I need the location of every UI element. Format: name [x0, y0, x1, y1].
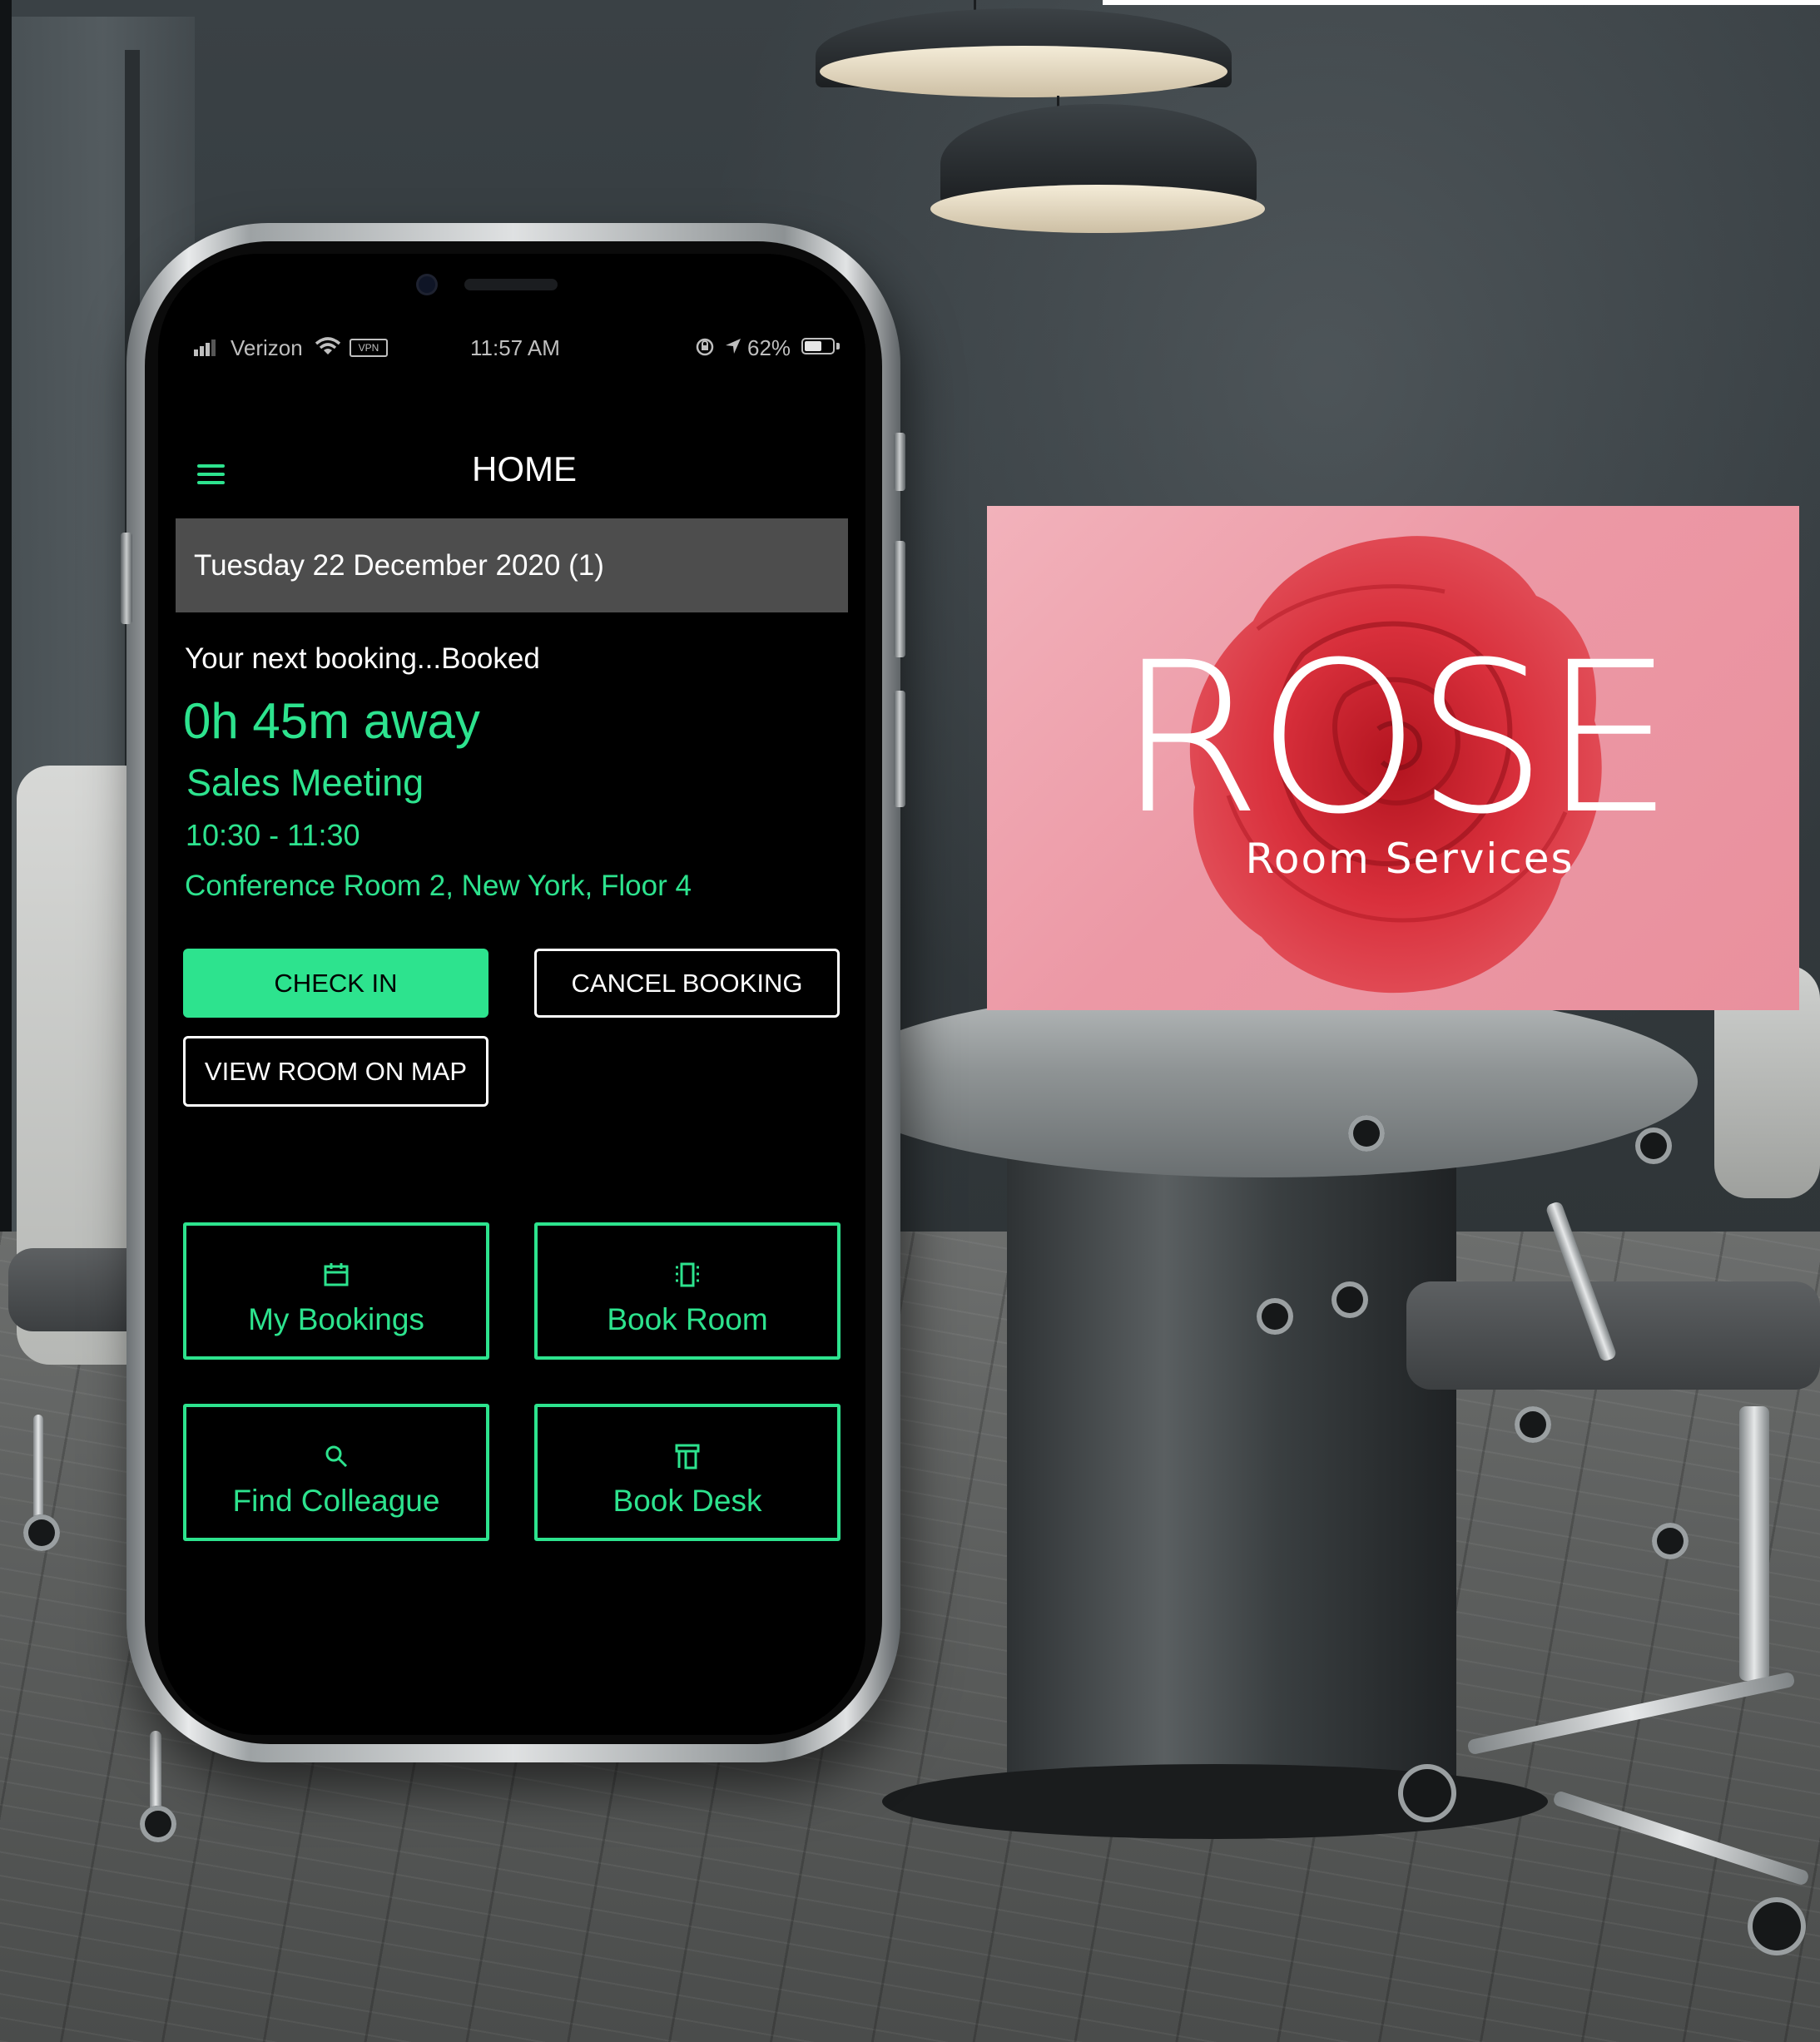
chair-wheel	[1635, 1128, 1672, 1164]
booking-time-range: 10:30 - 11:30	[186, 818, 360, 852]
chair-chrome	[150, 1731, 161, 1814]
check-in-button[interactable]: CHECK IN	[183, 949, 488, 1018]
chair-wheel	[1515, 1406, 1551, 1443]
find-colleague-tile[interactable]: Find Colleague	[183, 1404, 489, 1541]
vpn-icon: VPN	[350, 339, 388, 357]
chair-wheel	[1257, 1298, 1293, 1335]
chair-wheel	[1398, 1764, 1456, 1822]
book-desk-tile[interactable]: Book Desk	[534, 1404, 841, 1541]
tile-label: Find Colleague	[232, 1484, 440, 1518]
rose-brand-card: ROSE Room Services	[987, 506, 1799, 1010]
phone-side-button	[894, 691, 905, 807]
pendant-lamp-rim	[930, 185, 1265, 233]
booking-countdown: 0h 45m away	[183, 693, 480, 749]
carrier-label: Verizon	[231, 335, 303, 360]
brand-title: ROSE	[1117, 617, 1674, 860]
tile-label: Book Desk	[612, 1484, 762, 1518]
calendar-icon	[324, 1263, 349, 1286]
marketing-scene: ROSE Room Services Verizon VPN 11:57 AM …	[0, 0, 1820, 2042]
pendant-lamp-rim	[820, 46, 1227, 97]
phone-camera	[419, 276, 435, 293]
battery-percent: 62%	[747, 335, 791, 360]
chair-post	[1739, 1406, 1769, 1681]
table-pedestal	[1007, 1132, 1456, 1814]
brand-subtitle: Room Services	[1245, 835, 1575, 883]
date-bar[interactable]: Tuesday 22 December 2020 (1)	[176, 518, 848, 612]
tile-label: My Bookings	[248, 1302, 424, 1336]
chair-wheel	[23, 1514, 60, 1551]
chair-wheel	[1748, 1897, 1806, 1955]
next-booking-label: Your next booking...Booked	[185, 642, 540, 675]
orientation-lock-icon	[696, 338, 714, 356]
phone-side-button	[121, 533, 132, 624]
signal-icon	[194, 336, 219, 356]
cancel-booking-button[interactable]: CANCEL BOOKING	[534, 949, 840, 1018]
view-room-on-map-button[interactable]: VIEW ROOM ON MAP	[183, 1036, 488, 1107]
chair-wheel	[1332, 1281, 1368, 1318]
booking-title: Sales Meeting	[186, 761, 424, 804]
top-white-strip	[1103, 0, 1820, 5]
my-bookings-tile[interactable]: My Bookings	[183, 1222, 489, 1360]
search-icon	[325, 1445, 348, 1468]
battery-icon	[801, 338, 835, 354]
battery-nub	[836, 343, 840, 349]
tile-label: Book Room	[607, 1302, 768, 1336]
clock-label: 11:57 AM	[470, 335, 560, 360]
door-icon	[676, 1262, 699, 1287]
chair-wheel	[140, 1806, 176, 1842]
battery-level-fill	[805, 341, 821, 351]
page-title: HOME	[472, 449, 577, 488]
hamburger-menu-icon[interactable]	[197, 464, 225, 484]
phone-side-button	[894, 541, 905, 657]
location-icon	[726, 339, 741, 354]
chair-wheel	[1348, 1115, 1385, 1152]
wifi-icon	[315, 337, 341, 354]
phone-speaker	[464, 279, 558, 290]
book-room-tile[interactable]: Book Room	[534, 1222, 841, 1360]
desk-icon	[675, 1444, 700, 1470]
chair-seat	[1406, 1281, 1820, 1390]
phone-side-button	[894, 433, 905, 491]
booking-location: Conference Room 2, New York, Floor 4	[185, 870, 692, 902]
chair-wheel	[1652, 1523, 1689, 1559]
conference-table	[832, 986, 1698, 1177]
